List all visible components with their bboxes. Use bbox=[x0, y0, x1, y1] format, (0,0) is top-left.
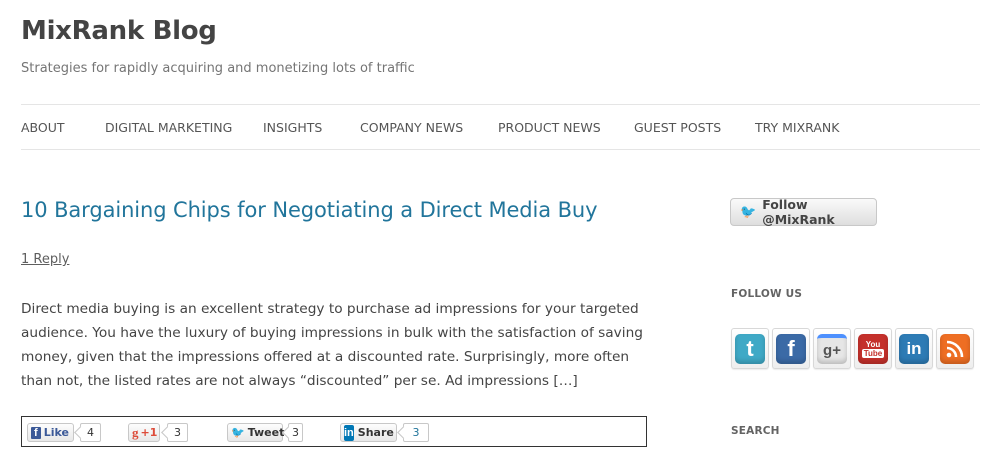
nav-item-product-news[interactable]: PRODUCT NEWS bbox=[498, 120, 601, 135]
linkedin-icon: in bbox=[899, 333, 929, 364]
nav-item-digital-marketing[interactable]: DIGITAL MARKETING bbox=[105, 120, 232, 135]
linkedin-share-button[interactable]: in Share bbox=[340, 423, 397, 442]
facebook-like-label: Like bbox=[43, 426, 69, 439]
twitter-bird-icon: 🐦 bbox=[231, 426, 245, 439]
follow-button-label: Follow @MixRank bbox=[762, 197, 835, 227]
twitter-follow-button[interactable]: 🐦 Follow @MixRank bbox=[730, 197, 877, 227]
rss-icon bbox=[940, 333, 970, 364]
linkedin-icon: in bbox=[344, 424, 354, 441]
reply-link[interactable]: 1 Reply bbox=[21, 252, 69, 267]
linkedin-social-link[interactable]: in bbox=[895, 328, 933, 369]
facebook-like-count: 4 bbox=[80, 423, 101, 442]
tweet-label: Tweet bbox=[247, 426, 285, 439]
facebook-icon: f bbox=[31, 426, 41, 439]
tweet-button[interactable]: 🐦 Tweet bbox=[227, 423, 285, 442]
nav-item-try-mixrank[interactable]: TRY MIXRANK bbox=[755, 120, 839, 135]
google-plus-icon: g bbox=[132, 424, 139, 440]
main-navigation: ABOUT DIGITAL MARKETING INSIGHTS COMPANY… bbox=[21, 104, 980, 150]
google-plus-count: 3 bbox=[167, 423, 188, 442]
google-plus-icon: g+ bbox=[817, 333, 847, 364]
nav-item-company-news[interactable]: COMPANY NEWS bbox=[360, 120, 463, 135]
nav-item-guest-posts[interactable]: GUEST POSTS bbox=[634, 120, 721, 135]
post-excerpt: Direct media buying is an excellent stra… bbox=[21, 301, 643, 389]
twitter-bird-icon: 🐦 bbox=[740, 204, 757, 220]
google-plus-button[interactable]: g +1 bbox=[128, 423, 160, 442]
youtube-social-link[interactable]: You Tube bbox=[854, 328, 892, 369]
twitter-social-link[interactable]: t bbox=[731, 328, 769, 369]
linkedin-share-count: 3 bbox=[403, 423, 429, 442]
facebook-icon: f bbox=[776, 333, 806, 364]
facebook-social-link[interactable]: f bbox=[772, 328, 810, 369]
facebook-like-button[interactable]: f Like bbox=[27, 423, 74, 442]
youtube-icon: You Tube bbox=[858, 333, 888, 364]
nav-item-about[interactable]: ABOUT bbox=[21, 120, 65, 135]
site-description: Strategies for rapidly acquiring and mon… bbox=[21, 61, 415, 76]
nav-item-insights[interactable]: INSIGHTS bbox=[263, 120, 322, 135]
google-plus-social-link[interactable]: g+ bbox=[813, 328, 851, 369]
share-bar: f Like 4 g +1 3 🐦 Tweet 3 in Share 3 bbox=[21, 416, 647, 447]
search-heading: SEARCH bbox=[731, 425, 780, 437]
linkedin-share-label: Share bbox=[357, 426, 394, 439]
google-plus-label: +1 bbox=[140, 426, 158, 439]
social-icons: t f g+ You Tube in bbox=[731, 328, 974, 369]
post-title[interactable]: 10 Bargaining Chips for Negotiating a Di… bbox=[21, 198, 598, 222]
tweet-count: 3 bbox=[288, 423, 303, 442]
rss-social-link[interactable] bbox=[936, 328, 974, 369]
twitter-icon: t bbox=[735, 333, 765, 364]
follow-us-heading: FOLLOW US bbox=[731, 288, 803, 300]
site-title[interactable]: MixRank Blog bbox=[21, 16, 217, 46]
